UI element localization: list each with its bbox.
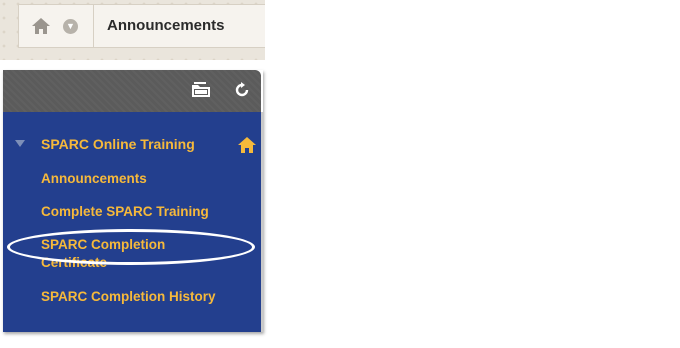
- home-icon[interactable]: [31, 17, 51, 35]
- course-title-link[interactable]: SPARC Online Training: [41, 136, 195, 152]
- menu-item-announcements[interactable]: Announcements: [41, 170, 201, 188]
- collapse-arrow-icon[interactable]: [15, 140, 25, 147]
- page-title: Announcements: [107, 17, 225, 34]
- folder-view-icon[interactable]: [191, 82, 211, 98]
- breadcrumb: ▼ Announcements: [18, 4, 265, 48]
- course-title-row: SPARC Online Training: [3, 134, 261, 156]
- menu-item-sparc-completion-certificate[interactable]: SPARC Completion Certificate: [41, 236, 201, 272]
- menu-item-sparc-completion-history[interactable]: SPARC Completion History: [41, 288, 251, 306]
- menu-item-complete-sparc-training[interactable]: Complete SPARC Training: [41, 203, 241, 221]
- course-menu-body: SPARC Online Training Announcements Comp…: [3, 112, 263, 332]
- course-menu: SPARC Online Training Announcements Comp…: [3, 70, 263, 332]
- breadcrumb-icons: ▼: [19, 5, 94, 47]
- course-home-icon[interactable]: [237, 136, 257, 154]
- refresh-icon[interactable]: [234, 82, 250, 98]
- course-menu-toolbar: [3, 70, 261, 112]
- breadcrumb-bar: ▼ Announcements: [0, 0, 265, 60]
- chevron-down-icon[interactable]: ▼: [63, 19, 78, 34]
